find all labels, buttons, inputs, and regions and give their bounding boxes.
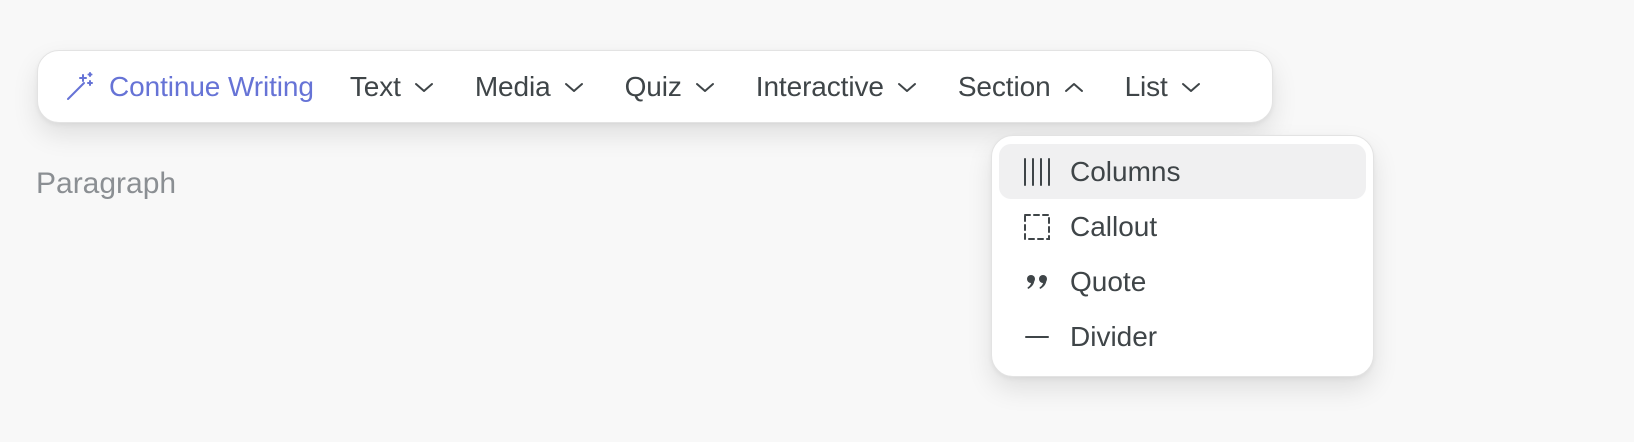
chevron-down-icon <box>413 80 435 94</box>
menu-item-label: Callout <box>1070 210 1158 242</box>
menu-item-callout[interactable]: Callout <box>999 199 1366 254</box>
columns-icon <box>1022 157 1052 187</box>
interactive-menu-button[interactable]: Interactive <box>756 71 918 103</box>
dashed-square-icon <box>1022 212 1052 242</box>
quiz-menu-button[interactable]: Quiz <box>625 71 716 103</box>
continue-writing-button[interactable]: Continue Writing <box>65 71 314 103</box>
paragraph-placeholder[interactable]: Paragraph <box>36 167 176 201</box>
media-menu-label: Media <box>474 70 551 102</box>
interactive-menu-label: Interactive <box>755 70 884 102</box>
quiz-menu-label: Quiz <box>624 70 682 102</box>
menu-item-label: Divider <box>1070 320 1158 352</box>
menu-item-label: Columns <box>1070 155 1181 187</box>
quote-icon <box>1022 267 1052 297</box>
menu-item-columns[interactable]: Columns <box>999 144 1366 199</box>
chevron-down-icon <box>896 80 918 94</box>
continue-writing-label: Continue Writing <box>109 70 314 102</box>
divider-line-icon <box>1022 322 1052 352</box>
list-menu-label: List <box>1124 70 1168 102</box>
text-menu-button[interactable]: Text <box>350 71 435 103</box>
menu-item-label: Quote <box>1070 265 1147 297</box>
chevron-down-icon <box>1180 80 1202 94</box>
section-dropdown-menu: Columns Callout Quote Divider <box>991 135 1374 377</box>
chevron-down-icon <box>694 80 716 94</box>
menu-item-quote[interactable]: Quote <box>999 254 1366 309</box>
menu-item-divider[interactable]: Divider <box>999 309 1366 364</box>
section-menu-button[interactable]: Section <box>958 71 1085 103</box>
chevron-down-icon <box>563 80 585 94</box>
media-menu-button[interactable]: Media <box>475 71 585 103</box>
formatting-toolbar: Continue Writing Text Media Quiz Interac… <box>37 50 1273 123</box>
list-menu-button[interactable]: List <box>1125 71 1202 103</box>
text-menu-label: Text <box>349 70 401 102</box>
magic-wand-icon <box>65 71 95 102</box>
chevron-up-icon <box>1063 80 1085 94</box>
section-menu-label: Section <box>957 70 1051 102</box>
